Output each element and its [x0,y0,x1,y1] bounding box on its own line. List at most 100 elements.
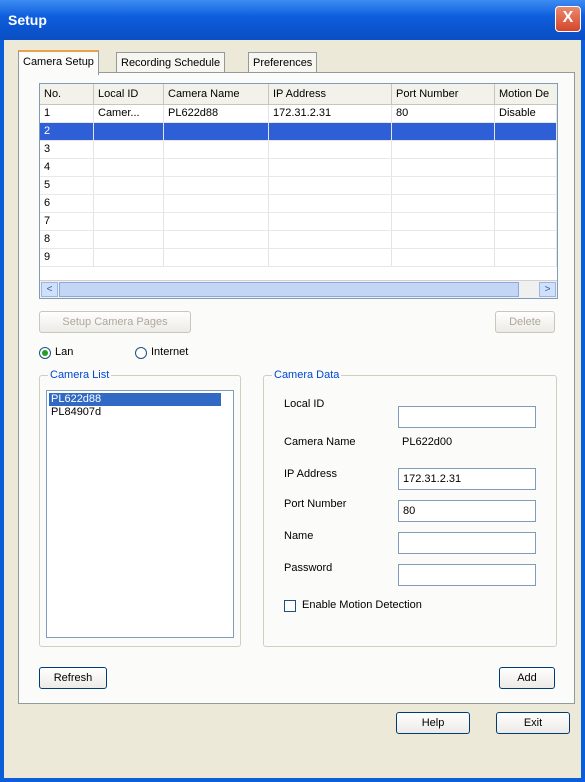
name-field[interactable] [398,532,536,554]
lan-label: Lan [55,346,74,358]
internet-radio[interactable] [135,347,147,359]
grid-header: No. Local ID Camera Name IP Address Port… [40,84,557,105]
table-cell: 172.31.2.31 [269,105,392,122]
table-cell [94,213,164,230]
exit-button[interactable]: Exit [496,712,570,734]
table-row[interactable]: 3 [40,141,557,159]
table-row[interactable]: 8 [40,231,557,249]
camera-list-item[interactable]: PL622d88 [49,393,221,406]
local-id-label: Local ID [284,398,325,410]
enable-motion-detection-checkbox[interactable] [284,600,296,612]
column-header-motion-detection[interactable]: Motion De [495,84,557,104]
tab-recording-schedule[interactable]: Recording Schedule [116,52,226,73]
table-cell [164,249,269,266]
setup-camera-pages-button[interactable]: Setup Camera Pages [39,311,191,333]
add-button[interactable]: Add [499,667,555,689]
camera-name-value: PL622d00 [402,436,453,448]
table-cell: 7 [40,213,94,230]
table-cell [94,195,164,212]
table-cell [269,159,392,176]
table-cell [392,249,495,266]
horizontal-scrollbar[interactable]: < > [40,280,557,298]
camera-list-group: Camera List PL622d88 PL84907d [39,369,241,647]
column-header-local-id[interactable]: Local ID [94,84,164,104]
table-cell: 9 [40,249,94,266]
column-header-ip-address[interactable]: IP Address [269,84,392,104]
table-cell [269,231,392,248]
scroll-left-arrow-icon[interactable]: < [41,282,58,297]
column-header-port-number[interactable]: Port Number [392,84,495,104]
camera-data-title: Camera Data [272,369,342,381]
table-cell [495,231,557,248]
table-cell [164,231,269,248]
table-cell [392,159,495,176]
camera-data-group: Camera Data Local ID Camera Name PL622d0… [263,369,557,647]
table-cell [392,141,495,158]
table-cell [495,213,557,230]
scroll-right-arrow-icon[interactable]: > [539,282,556,297]
camera-grid[interactable]: No. Local ID Camera Name IP Address Port… [39,83,558,299]
camera-listbox[interactable]: PL622d88 PL84907d [46,390,234,638]
table-cell [164,213,269,230]
table-cell [164,195,269,212]
table-cell [94,141,164,158]
column-header-camera-name[interactable]: Camera Name [164,84,269,104]
table-cell [269,213,392,230]
table-cell [269,249,392,266]
table-cell [495,195,557,212]
camera-list-item[interactable]: PL84907d [49,406,221,419]
table-cell [94,123,164,140]
table-cell [94,231,164,248]
table-cell [164,141,269,158]
internet-label: Internet [151,346,189,358]
password-label: Password [284,562,333,574]
table-cell [164,159,269,176]
delete-button[interactable]: Delete [495,311,555,333]
table-row[interactable]: 2 [40,123,557,141]
help-button[interactable]: Help [396,712,470,734]
table-row[interactable]: 5 [40,177,557,195]
table-cell [269,195,392,212]
table-cell [269,141,392,158]
tab-preferences[interactable]: Preferences [248,52,318,73]
table-cell [392,231,495,248]
table-cell [392,123,495,140]
table-cell: 4 [40,159,94,176]
scroll-thumb[interactable] [59,282,519,297]
table-cell: 3 [40,141,94,158]
table-cell [392,177,495,194]
refresh-button[interactable]: Refresh [39,667,107,689]
setup-window: Setup X Camera Setup Recording Schedule … [0,0,585,782]
table-cell: 8 [40,231,94,248]
table-row[interactable]: 6 [40,195,557,213]
table-row[interactable]: 1 Camer... PL622d88 172.31.2.31 80 Disable [40,105,557,123]
table-cell: 6 [40,195,94,212]
table-cell [94,177,164,194]
table-cell: 2 [40,123,94,140]
port-number-label: Port Number [284,498,347,510]
table-cell [495,141,557,158]
local-id-field[interactable] [398,406,536,428]
table-cell [269,177,392,194]
table-cell [495,123,557,140]
enable-motion-detection-label: Enable Motion Detection [302,599,422,611]
table-cell: 80 [392,105,495,122]
close-button[interactable]: X [555,6,581,32]
table-row[interactable]: 9 [40,249,557,267]
radio-selected-dot [42,350,48,356]
table-row[interactable]: 4 [40,159,557,177]
lan-radio[interactable] [39,347,51,359]
password-field[interactable] [398,564,536,586]
window-title: Setup [8,12,47,28]
table-cell: PL622d88 [164,105,269,122]
table-cell [495,177,557,194]
ip-address-field[interactable]: 172.31.2.31 [398,468,536,490]
column-header-no[interactable]: No. [40,84,94,104]
table-row[interactable]: 7 [40,213,557,231]
table-cell [392,213,495,230]
ip-address-label: IP Address [284,468,337,480]
tab-camera-setup[interactable]: Camera Setup [18,50,99,75]
port-number-field[interactable]: 80 [398,500,536,522]
dialog-client: Camera Setup Recording Schedule Preferen… [4,40,581,778]
camera-list-title: Camera List [48,369,112,381]
